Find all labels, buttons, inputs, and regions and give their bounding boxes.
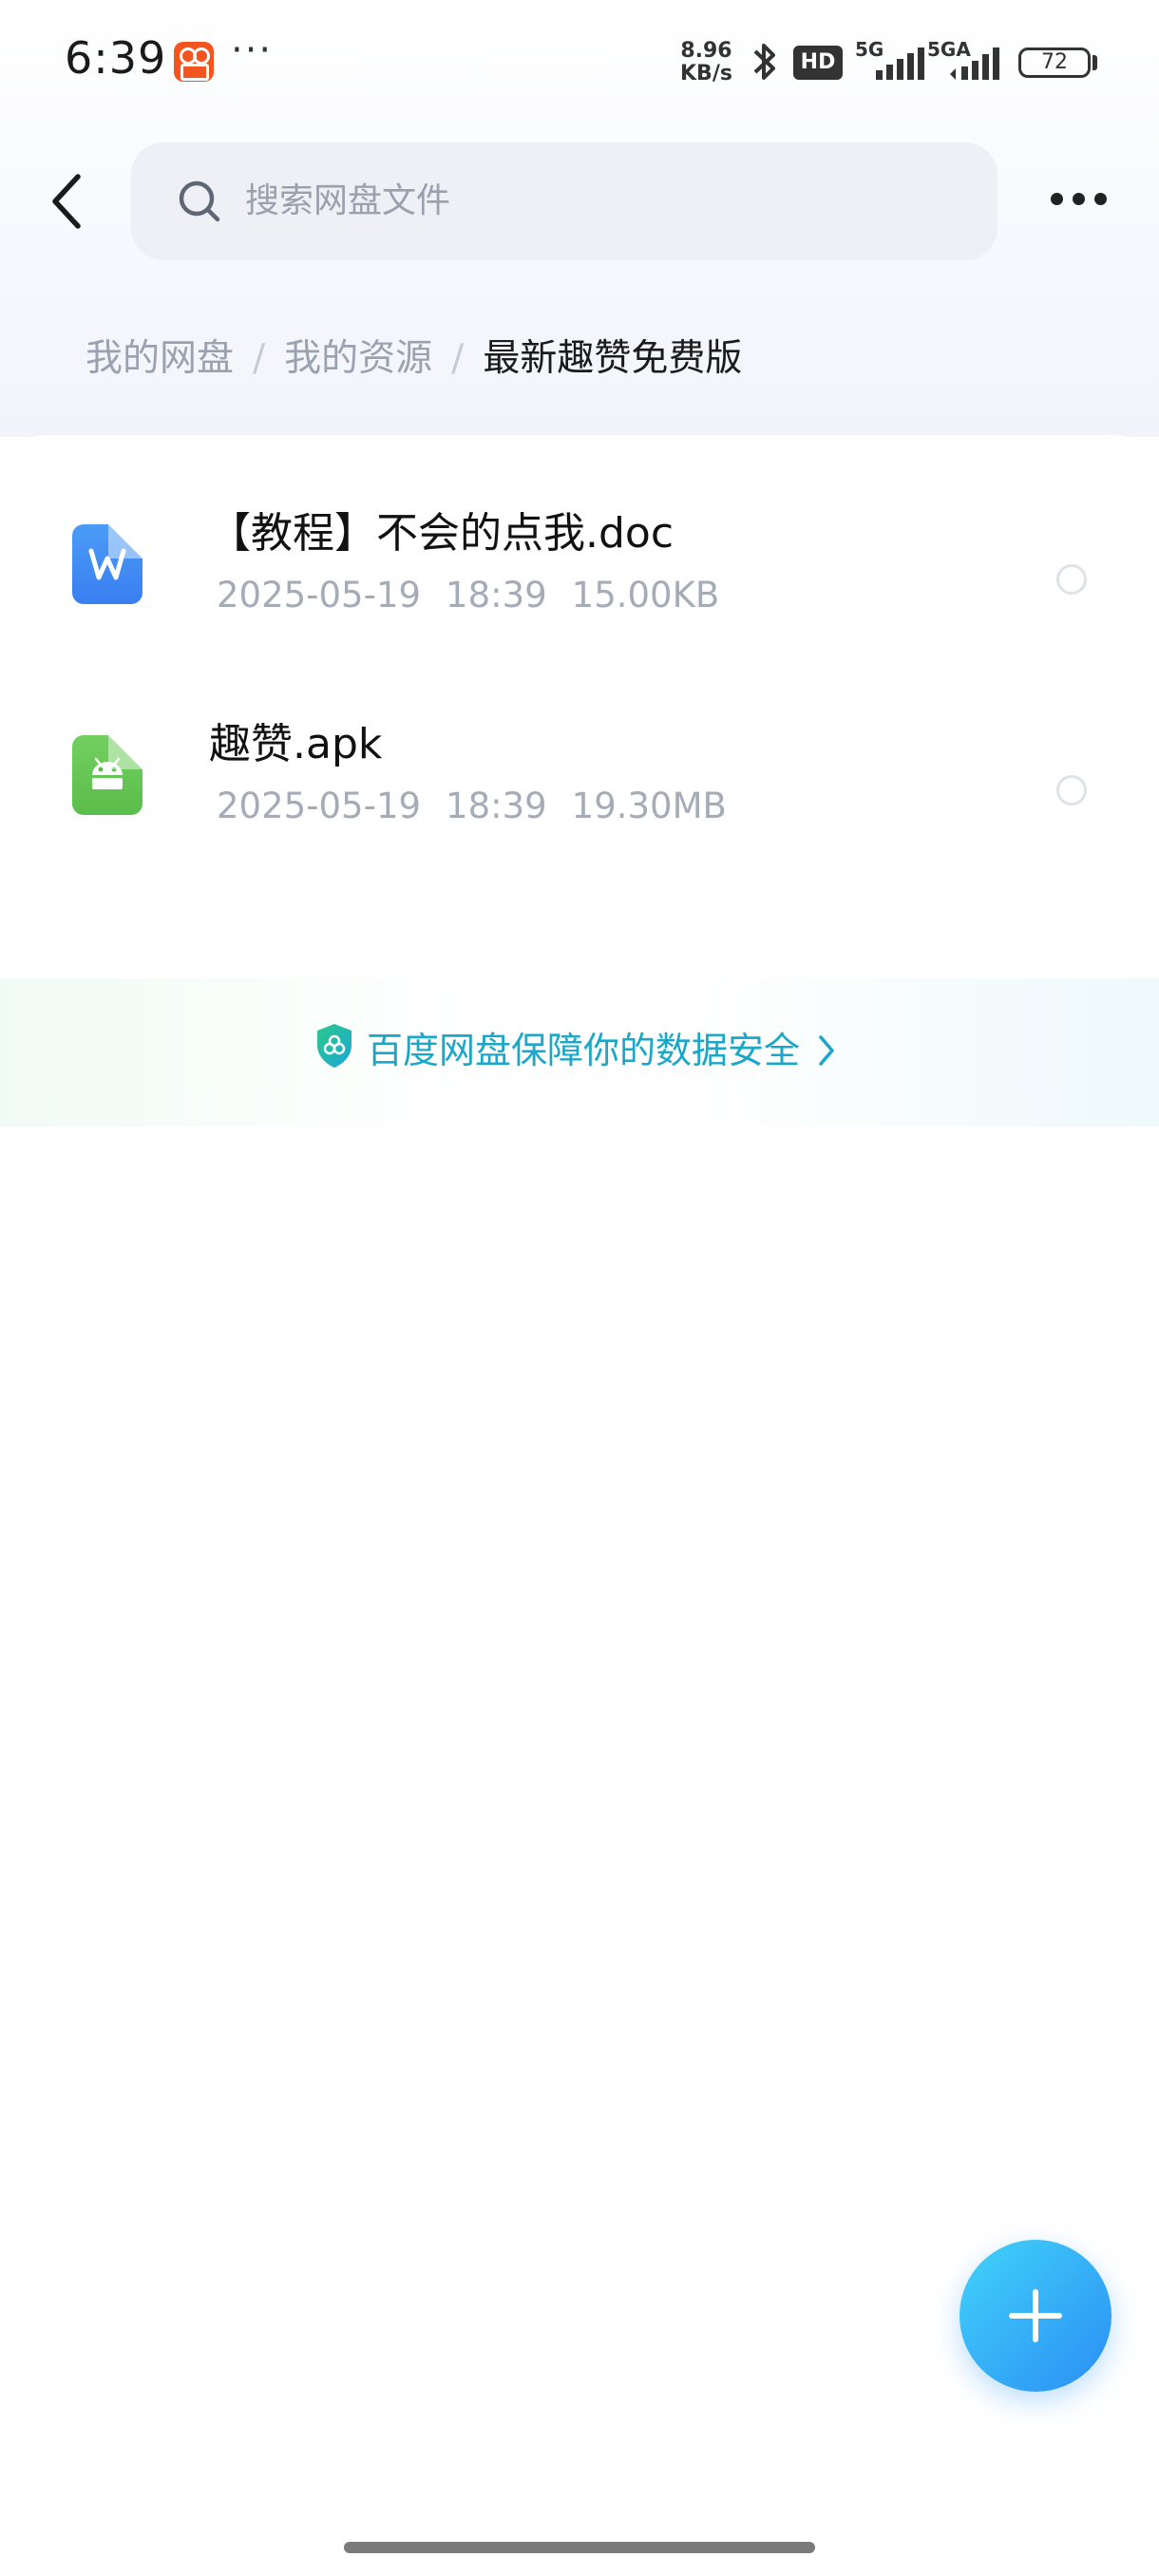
network-speed-unit: KB/s [680,62,732,85]
file-time: 18:39 [446,786,547,826]
file-list-item[interactable]: 趣赞.apk 2025-05-19 18:39 19.30MB [0,695,1159,885]
network-speed-value: 8.96 [680,39,732,63]
word-file-icon [72,524,142,604]
screen: 6:39 ··· 8.96 KB/s HD 5G 5GA 72 搜索网盘文件 我… [0,0,1159,2576]
battery-indicator: 72 [1018,47,1091,78]
search-placeholder: 搜索网盘文件 [245,181,451,220]
hd-voice-badge: HD [793,46,843,80]
status-time: 6:39 [65,32,167,84]
breadcrumb-current-folder: 最新趣赞免费版 [483,337,743,380]
breadcrumb-separator: / [253,337,266,380]
apk-file-icon [72,735,142,815]
dot-icon [1051,193,1063,205]
signal-strength-icon [876,47,924,80]
file-list-item[interactable]: 【教程】不会的点我.doc 2025-05-19 18:39 15.00KB [0,484,1159,674]
file-meta: 2025-05-19 18:39 15.00KB [217,572,744,619]
network-speed: 8.96 KB/s [680,40,732,85]
file-time: 18:39 [446,575,547,616]
chevron-left-icon [52,174,81,229]
breadcrumb: 我的网盘 / 我的资源 / 最新趣赞免费版 [86,332,742,386]
kuaishou-notification-icon [174,42,214,82]
search-icon [179,180,220,222]
select-radio[interactable] [1056,775,1087,805]
file-size: 15.00KB [571,575,720,616]
back-button[interactable] [42,167,95,236]
status-bar: 6:39 ··· 8.96 KB/s HD 5G 5GA 72 [0,0,1159,123]
shield-icon [317,1024,352,1068]
add-button[interactable] [960,2240,1112,2392]
security-banner[interactable]: 百度网盘保障你的数据安全 [0,978,1159,1127]
more-notifications-indicator: ··· [231,28,274,72]
breadcrumb-item-my-resources[interactable]: 我的资源 [284,332,432,386]
home-indicator[interactable] [344,2542,815,2553]
file-size: 19.30MB [571,786,727,826]
chevron-right-icon [819,1035,834,1066]
file-date: 2025-05-19 [217,786,422,826]
breadcrumb-item-my-netdisk[interactable]: 我的网盘 [86,332,234,386]
breadcrumb-separator: / [451,337,465,380]
file-name: 趣赞.apk [209,720,383,768]
dot-icon [1073,193,1085,205]
file-date: 2025-05-19 [217,575,422,616]
dot-icon [1094,193,1107,205]
search-input[interactable]: 搜索网盘文件 [131,142,998,260]
signal-strength-icon [950,47,999,80]
file-meta: 2025-05-19 18:39 19.30MB [217,783,751,830]
security-banner-text: 百度网盘保障你的数据安全 [367,1030,801,1071]
battery-tip [1092,55,1097,70]
select-radio[interactable] [1056,564,1087,595]
more-options-button[interactable] [1045,180,1113,218]
file-name: 【教程】不会的点我.doc [209,509,674,558]
file-list-card: 【教程】不会的点我.doc 2025-05-19 18:39 15.00KB 趣赞.… [0,435,1159,2576]
bluetooth-icon [753,44,775,80]
